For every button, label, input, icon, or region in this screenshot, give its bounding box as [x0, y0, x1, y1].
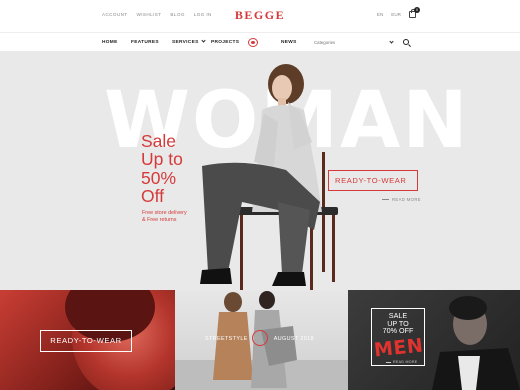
streetstyle-label: STREETSTYLE — [205, 336, 248, 342]
sale-line: 50% — [141, 167, 177, 188]
top-right-controls: EN EUR 0 — [377, 7, 420, 18]
streetstyle-caption: STREETSTYLE AUGUST 2018 — [205, 336, 314, 342]
chevron-down-icon — [200, 38, 206, 43]
language-selector[interactable]: EN — [377, 12, 383, 17]
top-bar: ACCOUNT WISHLIST BLOG LOG IN BEGGE EN EU… — [0, 0, 520, 32]
hero-banner: WOMAN Sale Up to 50% Off Free store deli… — [0, 51, 520, 290]
men-sale-line: 70% OFF — [382, 326, 414, 336]
nav-news[interactable]: NEWS — [281, 40, 297, 45]
men-sale-text: SALE UP TO 70% OFF — [380, 312, 416, 335]
category-search-input[interactable] — [314, 37, 398, 48]
delivery-note-line: Free store delivery — [142, 210, 187, 216]
read-more-link[interactable]: READ MORE — [382, 197, 421, 202]
sale-line: Up to — [141, 149, 183, 170]
banner-men-sale[interactable]: SALE UP TO 70% OFF MEN READ MORE — [348, 290, 520, 390]
site-logo[interactable]: BEGGE — [0, 8, 520, 23]
nav-features[interactable]: FEATURES — [131, 40, 159, 45]
sale-line: Off — [141, 186, 165, 207]
nav-projects[interactable]: PROJECTS — [211, 40, 239, 45]
banner-streetstyle[interactable]: STREETSTYLE AUGUST 2018 — [175, 290, 348, 390]
streetstyle-date: AUGUST 2018 — [273, 336, 315, 342]
cart-count-badge: 0 — [414, 7, 420, 13]
search-icon[interactable] — [403, 39, 409, 45]
main-nav: HOME FEATURES SERVICES PROJECTS NEWS — [0, 32, 520, 51]
men-read-more-link[interactable]: READ MORE — [386, 360, 417, 364]
model-image — [200, 64, 338, 290]
shopping-bag-icon[interactable]: 0 — [409, 7, 420, 18]
nav-services[interactable]: SERVICES — [172, 38, 206, 45]
new-badge-icon — [248, 38, 258, 47]
delivery-note-line: & Free returns — [142, 217, 177, 224]
sale-headline: Sale Up to 50% Off — [141, 132, 183, 206]
nav-home[interactable]: HOME — [102, 40, 118, 45]
banner-ready-to-wear[interactable]: READY-TO-WEAR — [0, 290, 175, 390]
banner-ready-to-wear-label[interactable]: READY-TO-WEAR — [40, 330, 132, 352]
delivery-note: Free store delivery & Free returns — [142, 210, 187, 224]
ready-to-wear-button[interactable]: READY-TO-WEAR — [328, 170, 418, 191]
nav-services-label: SERVICES — [172, 40, 199, 45]
sale-line: Sale — [141, 131, 177, 151]
promo-banners: READY-TO-WEAR STREETSTYLE AUGUST 2018 SAL… — [0, 290, 520, 390]
currency-selector[interactable]: EUR — [391, 12, 401, 17]
